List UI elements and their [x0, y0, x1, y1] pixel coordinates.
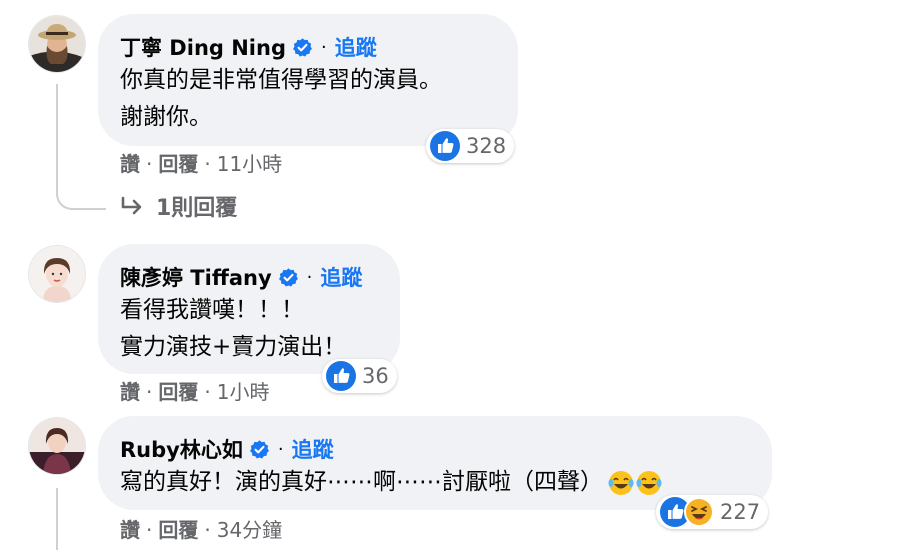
reaction-count: 328 — [466, 134, 507, 158]
reply-action-button[interactable]: 回覆 — [158, 152, 198, 176]
like-reaction-icon — [430, 131, 460, 161]
comment-text-line: 你真的是非常值得學習的演員。 — [120, 67, 442, 93]
follow-button[interactable]: 追蹤 — [335, 32, 377, 62]
avatar-ruby — [29, 418, 85, 474]
like-action-button[interactable]: 讚 — [120, 518, 140, 542]
verified-badge-icon — [278, 267, 299, 288]
follow-button[interactable]: 追蹤 — [320, 262, 362, 292]
view-replies-label: 1則回覆 — [156, 196, 238, 221]
thread-line-vertical — [56, 84, 58, 194]
reply-action-button[interactable]: 回覆 — [158, 518, 198, 542]
avatar[interactable] — [29, 418, 85, 474]
verified-badge-icon — [249, 439, 270, 460]
reaction-count: 227 — [720, 500, 761, 524]
avatar-woman-with-hat — [29, 16, 85, 72]
comment-timestamp[interactable]: 11小時 — [217, 152, 282, 176]
reply-arrow-icon — [121, 196, 142, 215]
comment-text-line: 看得我讚嘆！！！ — [120, 297, 304, 323]
reply-action-button[interactable]: 回覆 — [158, 380, 198, 404]
separator-dot: · — [204, 380, 211, 404]
comment-author[interactable]: 丁寧 Ding Ning — [120, 32, 286, 62]
comment-author[interactable]: Ruby林心如 — [120, 434, 243, 464]
separator-dot: · — [204, 518, 211, 542]
thread-line-curve — [56, 190, 106, 210]
comment-text-line: 寫的真好！演的真好⋯⋯啊⋯⋯討厭啦（四聲） — [120, 469, 603, 495]
separator-dot: · — [146, 152, 153, 176]
like-reaction-icon — [326, 361, 356, 391]
like-action-button[interactable]: 讚 — [120, 380, 140, 404]
comment-actions: 讚 · 回覆 · 11小時 — [120, 148, 282, 177]
reactions-summary[interactable]: 36 — [322, 359, 397, 393]
separator-dot: · — [204, 152, 211, 176]
thread-line-vertical-3 — [56, 488, 58, 550]
comment-text-row: 寫的真好！演的真好⋯⋯啊⋯⋯討厭啦（四聲） — [120, 464, 750, 501]
comment-actions: 讚 · 回覆 · 34分鐘 — [120, 514, 282, 543]
comment-bubble: 丁寧 Ding Ning · 追蹤 你真的是非常值得學習的演員。 謝謝你。 — [98, 14, 518, 146]
separator-dot: · — [277, 438, 284, 460]
comment-author[interactable]: 陳彥婷 Tiffany — [120, 262, 272, 292]
like-action-button[interactable]: 讚 — [120, 152, 140, 176]
haha-reaction-icon — [684, 497, 714, 527]
reactions-summary[interactable]: 328 — [426, 129, 515, 163]
avatar[interactable] — [29, 246, 85, 302]
separator-dot: · — [146, 380, 153, 404]
reaction-count: 36 — [362, 364, 389, 388]
comment-timestamp[interactable]: 1小時 — [217, 380, 270, 404]
comment-timestamp[interactable]: 34分鐘 — [217, 518, 282, 542]
avatar-woman-portrait — [29, 246, 85, 302]
tears-of-joy-emoji — [607, 469, 663, 497]
avatar[interactable] — [29, 16, 85, 72]
follow-button[interactable]: 追蹤 — [292, 434, 334, 464]
reactions-summary[interactable]: 227 — [656, 495, 769, 529]
separator-dot: · — [306, 266, 313, 288]
separator-dot: · — [321, 36, 327, 58]
separator-dot: · — [146, 518, 153, 542]
verified-badge-icon — [292, 37, 313, 58]
comment-actions: 讚 · 回覆 · 1小時 — [120, 376, 269, 405]
view-replies-link[interactable]: 1則回覆 — [120, 190, 237, 222]
comment-bubble: 陳彥婷 Tiffany · 追蹤 看得我讚嘆！！！ 實力演技+賣力演出！ — [98, 244, 400, 374]
